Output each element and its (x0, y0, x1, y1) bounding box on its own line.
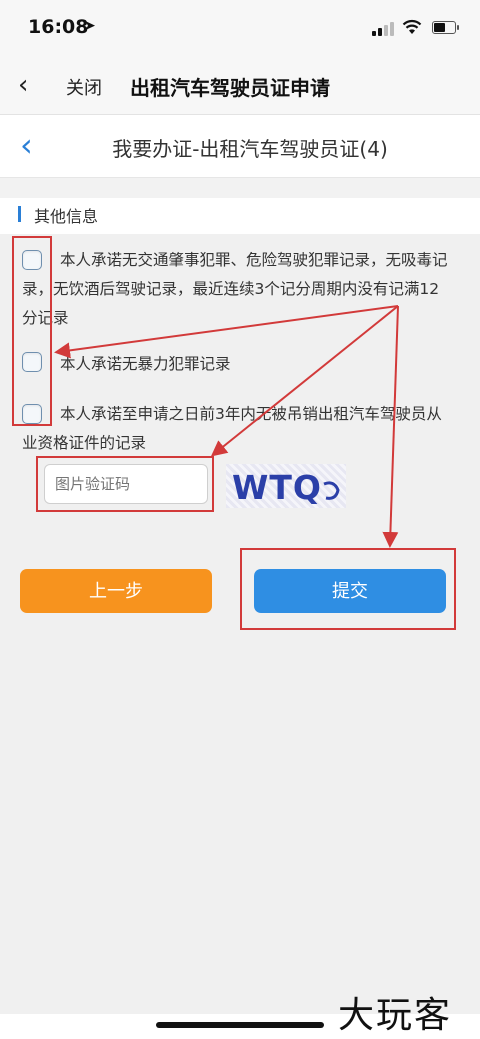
watermark: 大玩客 (338, 995, 453, 1036)
home-indicator[interactable] (156, 1022, 324, 1028)
annotation-arrows (54, 305, 399, 548)
